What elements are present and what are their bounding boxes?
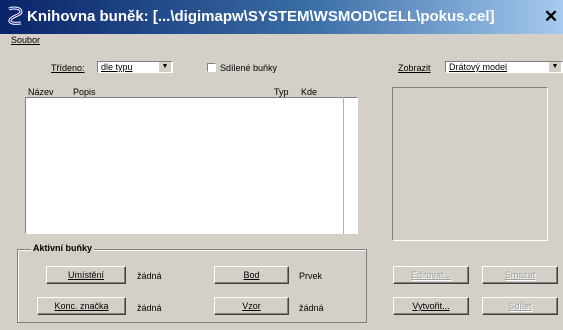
- cell-list[interactable]: [25, 97, 358, 234]
- title-bar[interactable]: Knihovna buněk: [...\digimapw\SYSTEM\WSM…: [0, 0, 563, 34]
- share-button[interactable]: Sdílet: [482, 297, 558, 315]
- terminator-button[interactable]: Konc. značka: [37, 297, 126, 315]
- menu-bar: Soubor: [0, 34, 563, 48]
- column-header-type[interactable]: Typ: [274, 87, 289, 97]
- point-button[interactable]: Bod: [214, 266, 289, 284]
- chevron-down-icon: ▼: [159, 62, 171, 72]
- share-button-label: Sdílet: [508, 301, 532, 311]
- sort-value: dle typu: [101, 62, 133, 72]
- column-header-name[interactable]: Název: [28, 87, 54, 97]
- delete-button-label: Smazat: [504, 270, 536, 280]
- placement-button-label: Umístění: [67, 270, 104, 280]
- shared-cells-checkbox[interactable]: [207, 63, 216, 72]
- terminator-button-label: Konc. značka: [54, 301, 109, 311]
- pattern-button[interactable]: Vzor: [214, 297, 289, 315]
- create-button-label: Vytvořit...: [412, 301, 450, 311]
- close-button[interactable]: ✕: [541, 7, 561, 27]
- pattern-button-label: Vzor: [242, 301, 261, 311]
- sort-label: Třídeno:: [51, 63, 85, 73]
- point-button-label: Bod: [243, 270, 260, 280]
- view-value: Drátový model: [449, 62, 508, 72]
- menu-item-soubor[interactable]: Soubor: [11, 35, 40, 45]
- view-dropdown[interactable]: Drátový model ▼: [445, 61, 563, 73]
- column-header-description[interactable]: Popis: [73, 87, 96, 97]
- app-icon: [8, 6, 23, 25]
- shared-cells-label: Sdílené buňky: [220, 63, 278, 73]
- edit-button[interactable]: Editovat...: [393, 266, 469, 284]
- pattern-value: žádná: [299, 303, 324, 313]
- active-cells-title: Aktivní buňky: [31, 243, 95, 253]
- chevron-down-icon: ▼: [549, 62, 561, 72]
- column-header-where[interactable]: Kde: [301, 87, 317, 97]
- list-scrollbar[interactable]: [343, 97, 358, 234]
- sort-dropdown[interactable]: dle typu ▼: [97, 61, 173, 73]
- placement-button[interactable]: Umístění: [46, 266, 126, 284]
- view-label: Zobrazit: [398, 63, 431, 73]
- delete-button[interactable]: Smazat: [482, 266, 558, 284]
- point-value: Prvek: [299, 271, 323, 281]
- edit-button-label: Editovat...: [410, 270, 452, 280]
- create-button[interactable]: Vytvořit...: [393, 297, 469, 315]
- window-title: Knihovna buněk: [...\digimapw\SYSTEM\WSM…: [27, 8, 495, 25]
- cell-preview: [392, 87, 548, 241]
- placement-value: žádná: [137, 271, 162, 281]
- terminator-value: žádná: [137, 303, 162, 313]
